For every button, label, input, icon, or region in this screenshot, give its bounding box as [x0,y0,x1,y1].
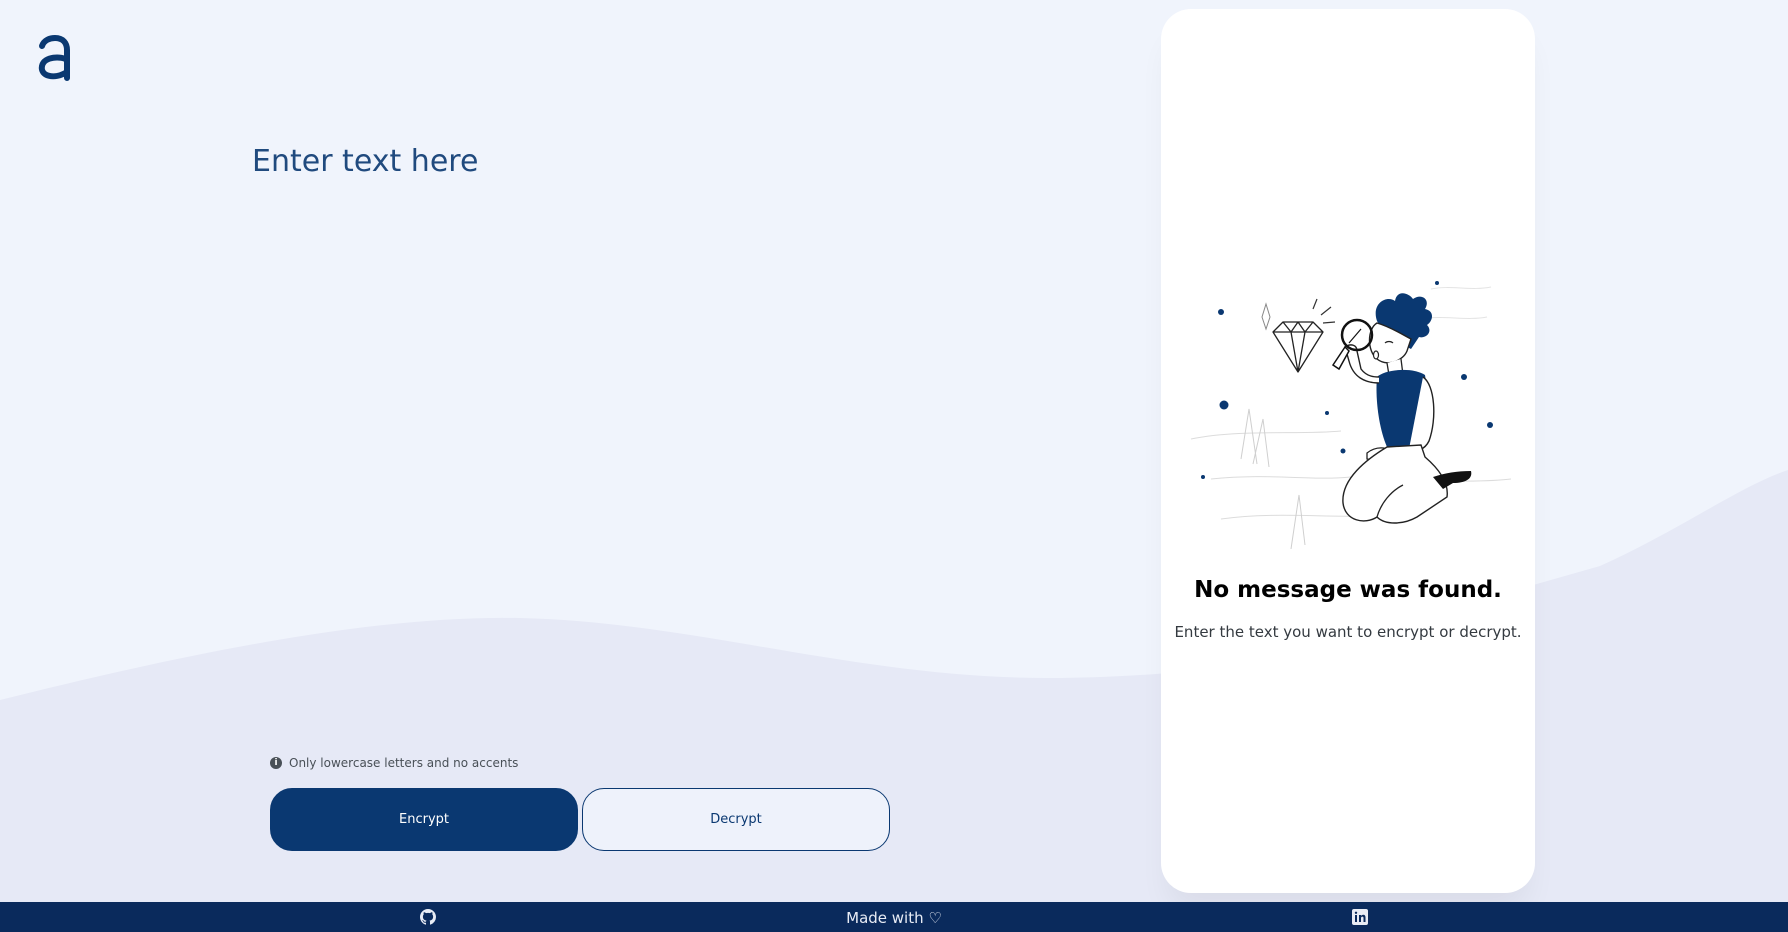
input-hint: i Only lowercase letters and no accents [270,756,518,770]
encrypt-button[interactable]: Encrypt [270,788,578,851]
info-icon: i [270,757,282,769]
message-input[interactable] [252,140,1072,720]
decrypt-button[interactable]: Decrypt [582,788,890,851]
logo-icon[interactable] [34,34,74,84]
made-with-label: Made with [846,909,924,927]
hint-text: Only lowercase letters and no accents [289,756,519,770]
empty-state-subtitle: Enter the text you want to encrypt or de… [1174,623,1522,641]
heart-icon: ♡ [928,909,942,927]
made-with-text: Made with ♡ [0,909,1788,927]
empty-state-title: No message was found. [1194,577,1502,603]
person-with-magnifying-glass-illustration [1190,281,1512,549]
output-card: No message was found. Enter the text you… [1161,9,1535,893]
linkedin-icon[interactable] [1352,909,1368,925]
github-icon[interactable] [420,909,436,925]
footer: Made with ♡ [0,902,1788,932]
